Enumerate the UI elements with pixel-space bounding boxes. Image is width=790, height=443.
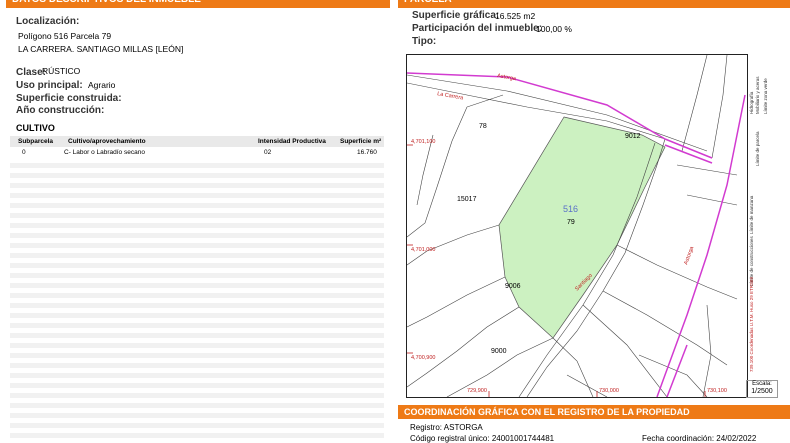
parcel-sub: 79 — [567, 219, 575, 226]
label-9006: 9006 — [505, 283, 521, 290]
legend-zona-verde: Límite zona verde — [763, 78, 768, 114]
col-subparcela: Subparcela — [18, 138, 54, 145]
road-label-2: Astorga — [497, 73, 518, 82]
legend-coord-note: 739.100 Coordenadas U.T.M. Huso 29 ETRS8… — [749, 276, 754, 372]
coordination-header: COORDINACIÓN GRÁFICA CON EL REGISTRO DE … — [398, 405, 790, 419]
legend-svg: Límite de manzana Límite de parcela Lími… — [749, 76, 768, 372]
superficie-construida-label: Superficie construida: — [16, 93, 122, 104]
legend-mobiliario: Mobiliario y aceras — [755, 76, 760, 114]
codigo-label: Código registral único: — [410, 434, 490, 443]
registro-row: Registro: ASTORGA — [410, 423, 483, 432]
fecha-value: 24/02/2022 — [716, 434, 757, 443]
localizacion-label: Localización: — [16, 16, 80, 27]
road-label-1: La Carrera — [437, 91, 465, 102]
superficie-grafica-label: Superficie gráfica: — [412, 10, 500, 21]
legend-parcela: Límite de parcela — [755, 131, 760, 166]
map-legend: Límite de manzana Límite de parcela Lími… — [747, 54, 775, 374]
label-9000: 9000 — [491, 348, 507, 355]
codigo-value: 24001001744481 — [491, 434, 555, 443]
coord-x2: 730,000 — [599, 388, 619, 394]
scale-label: Escala: — [752, 381, 772, 387]
registro-label: Registro: — [410, 423, 443, 432]
descriptive-data-panel: DATOS DESCRIPTIVOS DEL INMUEBLE Localiza… — [6, 0, 390, 440]
coord-y2: 4,701,000 — [411, 247, 435, 253]
uso-principal-label: Uso principal: — [16, 80, 83, 91]
localizacion-line1: Polígono 516 Parcela 79 — [18, 31, 112, 41]
uso-principal-value: Agrario — [88, 80, 116, 90]
parcel-polygon — [498, 116, 666, 339]
table-empty-rows — [10, 158, 384, 440]
cell-subparcela: 0 — [22, 149, 26, 156]
clase-value: RÚSTICO — [42, 66, 81, 76]
coord-x1: 729,900 — [467, 388, 487, 394]
parcel-number: 516 — [563, 204, 578, 214]
parcel-panel: PARCELA Superficie gráfica: 16.525 m2 Pa… — [398, 0, 790, 443]
fecha-row: Fecha coordinación: 24/02/2022 — [642, 434, 756, 443]
cell-superficie: 16.760 — [357, 149, 377, 156]
label-9012: 9012 — [625, 133, 641, 140]
cultivo-title: CULTIVO — [16, 123, 55, 133]
col-superficie: Superficie m² — [340, 138, 382, 145]
superficie-grafica-value: 16.525 m2 — [495, 11, 536, 21]
label-15017: 15017 — [457, 196, 477, 203]
codigo-row: Código registral único: 24001001744481 — [410, 434, 554, 443]
label-78: 78 — [479, 123, 487, 130]
participacion-value: 100,00 % — [536, 24, 572, 34]
legend-manzana: Límite de manzana — [749, 195, 754, 234]
col-intensidad: Intensidad Productiva — [258, 138, 326, 145]
legend-hidrografia: Hidrografía — [749, 91, 754, 114]
cadastral-map[interactable]: 78 9012 15017 9006 9000 516 79 4,701,100… — [406, 54, 748, 398]
map-scale: Escala: 1/2500 — [746, 380, 778, 398]
descriptive-data-header: DATOS DESCRIPTIVOS DEL INMUEBLE — [6, 0, 390, 8]
cell-cultivo: C- Labor o Labradío secano — [64, 149, 145, 156]
anio-construccion-label: Año construcción: — [16, 105, 105, 116]
col-cultivo: Cultivo/aprovechamiento — [68, 138, 146, 145]
registro-value: ASTORGA — [443, 423, 483, 432]
cultivo-table-header: Subparcela Cultivo/aprovechamiento Inten… — [10, 136, 384, 147]
road-label-3: Astorga — [683, 245, 695, 266]
coord-y3: 4,700,900 — [411, 355, 435, 361]
scale-value: 1/2500 — [751, 388, 773, 395]
parcel-header: PARCELA — [398, 0, 790, 8]
cell-intensidad: 02 — [264, 149, 272, 156]
fecha-label: Fecha coordinación: — [642, 434, 715, 443]
tipo-label: Tipo: — [412, 36, 437, 47]
localizacion-line2: LA CARRERA. SANTIAGO MILLAS [LEÓN] — [18, 44, 184, 54]
map-svg: 78 9012 15017 9006 9000 516 79 4,701,100… — [407, 55, 746, 397]
participacion-label: Participación del inmueble: — [412, 23, 543, 34]
coord-y1: 4,701,100 — [411, 139, 435, 145]
coord-x3: 730,100 — [707, 388, 727, 394]
